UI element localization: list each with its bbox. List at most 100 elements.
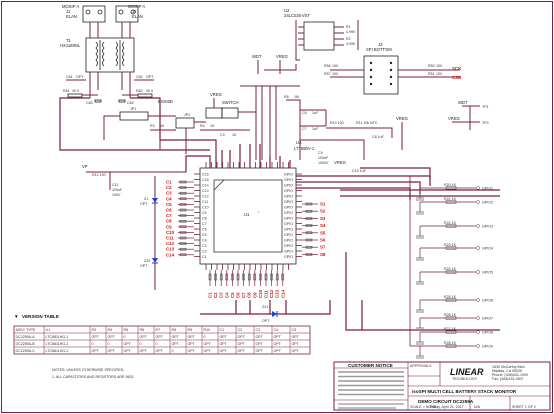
ic-pin-label-left: C12 [202,194,209,198]
svg-text:R12 100: R12 100 [92,173,106,177]
eeprom-u2 [303,21,335,51]
iso-block: R8 1M C6 1uF C7 1uF U3 LT7680V-1 R10 100 R1… [284,95,489,165]
version-table-cell: OPT [220,342,228,346]
svg-text:OPT: OPT [76,75,84,79]
svg-text:R8: R8 [284,95,289,99]
ic-pin-label-left: C8 [202,216,207,220]
ic-pin-label-right: GPIO [284,205,293,209]
svg-text:R26 1K: R26 1K [444,313,457,317]
bottom-cell-label: C4 [224,270,229,298]
svg-text:TP1: TP1 [482,105,489,109]
ic-pin-label-left: C11 [202,200,208,204]
svg-text:Z1: Z1 [144,197,148,201]
bottom-cell-label: C10 [258,270,263,298]
version-table-cell: OPT [156,349,164,353]
version-table-cell: C2 [238,328,243,332]
version-table-cell: C1 [220,328,225,332]
vp-label: VP [82,164,88,169]
jack-label-right: MOSIP A [128,4,145,9]
ic-pin-label-right: GPIO [284,172,293,176]
svg-text:GPIO8: GPIO8 [482,330,493,334]
svg-text:49.9: 49.9 [146,89,153,93]
svg-text:C4: C4 [166,196,172,201]
version-table-cell: OPT [256,349,264,353]
svg-text:R21 1K: R21 1K [444,197,457,201]
ic-pin-label-right: GPIO [284,249,293,253]
version-table-cell: C4 [274,328,279,332]
left-cell-label: C13 [166,247,194,252]
wdt-label-right: WDT [458,100,468,105]
svg-text:C6: C6 [236,292,241,298]
schematic: MOSIP A MOSIP A J1 J2 ELAN ELAN T1 HX118… [1,1,553,413]
svg-text:Z20: Z20 [144,259,150,263]
svg-text:100nF: 100nF [112,188,123,192]
svg-text:GPIO4: GPIO4 [482,246,493,250]
version-table-cell: OPT [238,342,246,346]
svg-text:C7: C7 [166,213,172,218]
version-table-cell: OPT [188,349,196,353]
version-table-cell: OPT [124,342,132,346]
vreg-label-right: VREG [448,116,460,121]
version-table-cell: OPT [220,349,228,353]
ic-pin-label-left: C14 [202,183,209,187]
title-block: CUSTOMER NOTICE APPROVALS LINEAR TECHNOL… [333,361,551,411]
version-table-cell: R6 [140,328,145,332]
right-s-label: S8 [302,252,326,257]
svg-text:C4: C4 [224,292,229,298]
bottom-cell-label: C3 [219,270,224,298]
svg-text:TP2: TP2 [482,121,489,125]
version-table-cell: OPT [92,349,100,353]
version-table-cell: DC2259A-B [16,342,36,346]
left-cell-label: C3 [166,191,194,196]
ic-pin-label-left: C2 [202,249,207,253]
version-table-cell: OPT [124,349,132,353]
svg-text:C11: C11 [166,236,174,241]
sck-label: SCK [452,66,462,71]
version-table-cell: 0 [156,342,158,346]
svg-text:1K: 1K [232,133,237,137]
connector-j3 [363,55,399,95]
svg-text:100nF: 100nF [318,156,329,160]
svg-text:1uF: 1uF [312,127,319,131]
version-table-cell: DC2259A-A [16,335,36,339]
svg-text:R51: R51 [428,72,435,76]
svg-text:GPIO1: GPIO1 [482,186,493,190]
left-cell-label: C6 [166,208,194,213]
ic-pin-label-right: GPIO [284,216,293,220]
left-cell-label: C10 [166,230,194,235]
svg-text:100: 100 [436,64,442,68]
version-table-cell: OPT [92,335,100,339]
right-s-label: S3 [302,216,326,221]
svg-text:1K: 1K [160,124,165,128]
t1-part: HX1188NL [60,43,81,48]
ic-pin-label-left: C7 [202,222,207,226]
svg-text:S1: S1 [320,202,326,207]
svg-text:C13: C13 [166,247,175,252]
svg-text:C10: C10 [258,289,263,298]
gpio-line: GPIO3 R22 1K [416,221,493,239]
right-s-label: S2 [302,209,326,214]
svg-text:C83: C83 [86,101,93,105]
right-s-label: S6 [302,238,326,243]
schematic-title: isoSPI MULTI CELL BATTERY STACK MONITOR [412,389,517,394]
svg-text:C8: C8 [247,292,252,298]
svg-text:C9: C9 [318,151,323,155]
svg-text:C10 1uF: C10 1uF [352,169,367,173]
svg-text:JP1: JP1 [130,107,136,111]
svg-text:R20 1K: R20 1K [444,183,457,187]
ic-pin-label-right: GPIO [284,211,293,215]
customer-notice: CUSTOMER NOTICE [348,363,393,368]
svg-text:S6: S6 [320,238,326,243]
svg-text:OPT: OPT [262,319,270,323]
u3-ref: U3 [296,140,302,145]
svg-text:GPIO2: GPIO2 [482,200,493,204]
sheet-size: N/A [474,405,481,409]
svg-text:100: 100 [332,64,338,68]
svg-text:R82: R82 [136,89,143,93]
version-table-cell: OPT [204,342,212,346]
svg-text:C13: C13 [275,289,280,298]
svg-text:OPT: OPT [146,75,154,79]
version-table-cell: OPT [274,349,282,353]
left-cell-label: C7 [166,213,194,218]
bottom-cell-label: C13 [275,270,280,298]
